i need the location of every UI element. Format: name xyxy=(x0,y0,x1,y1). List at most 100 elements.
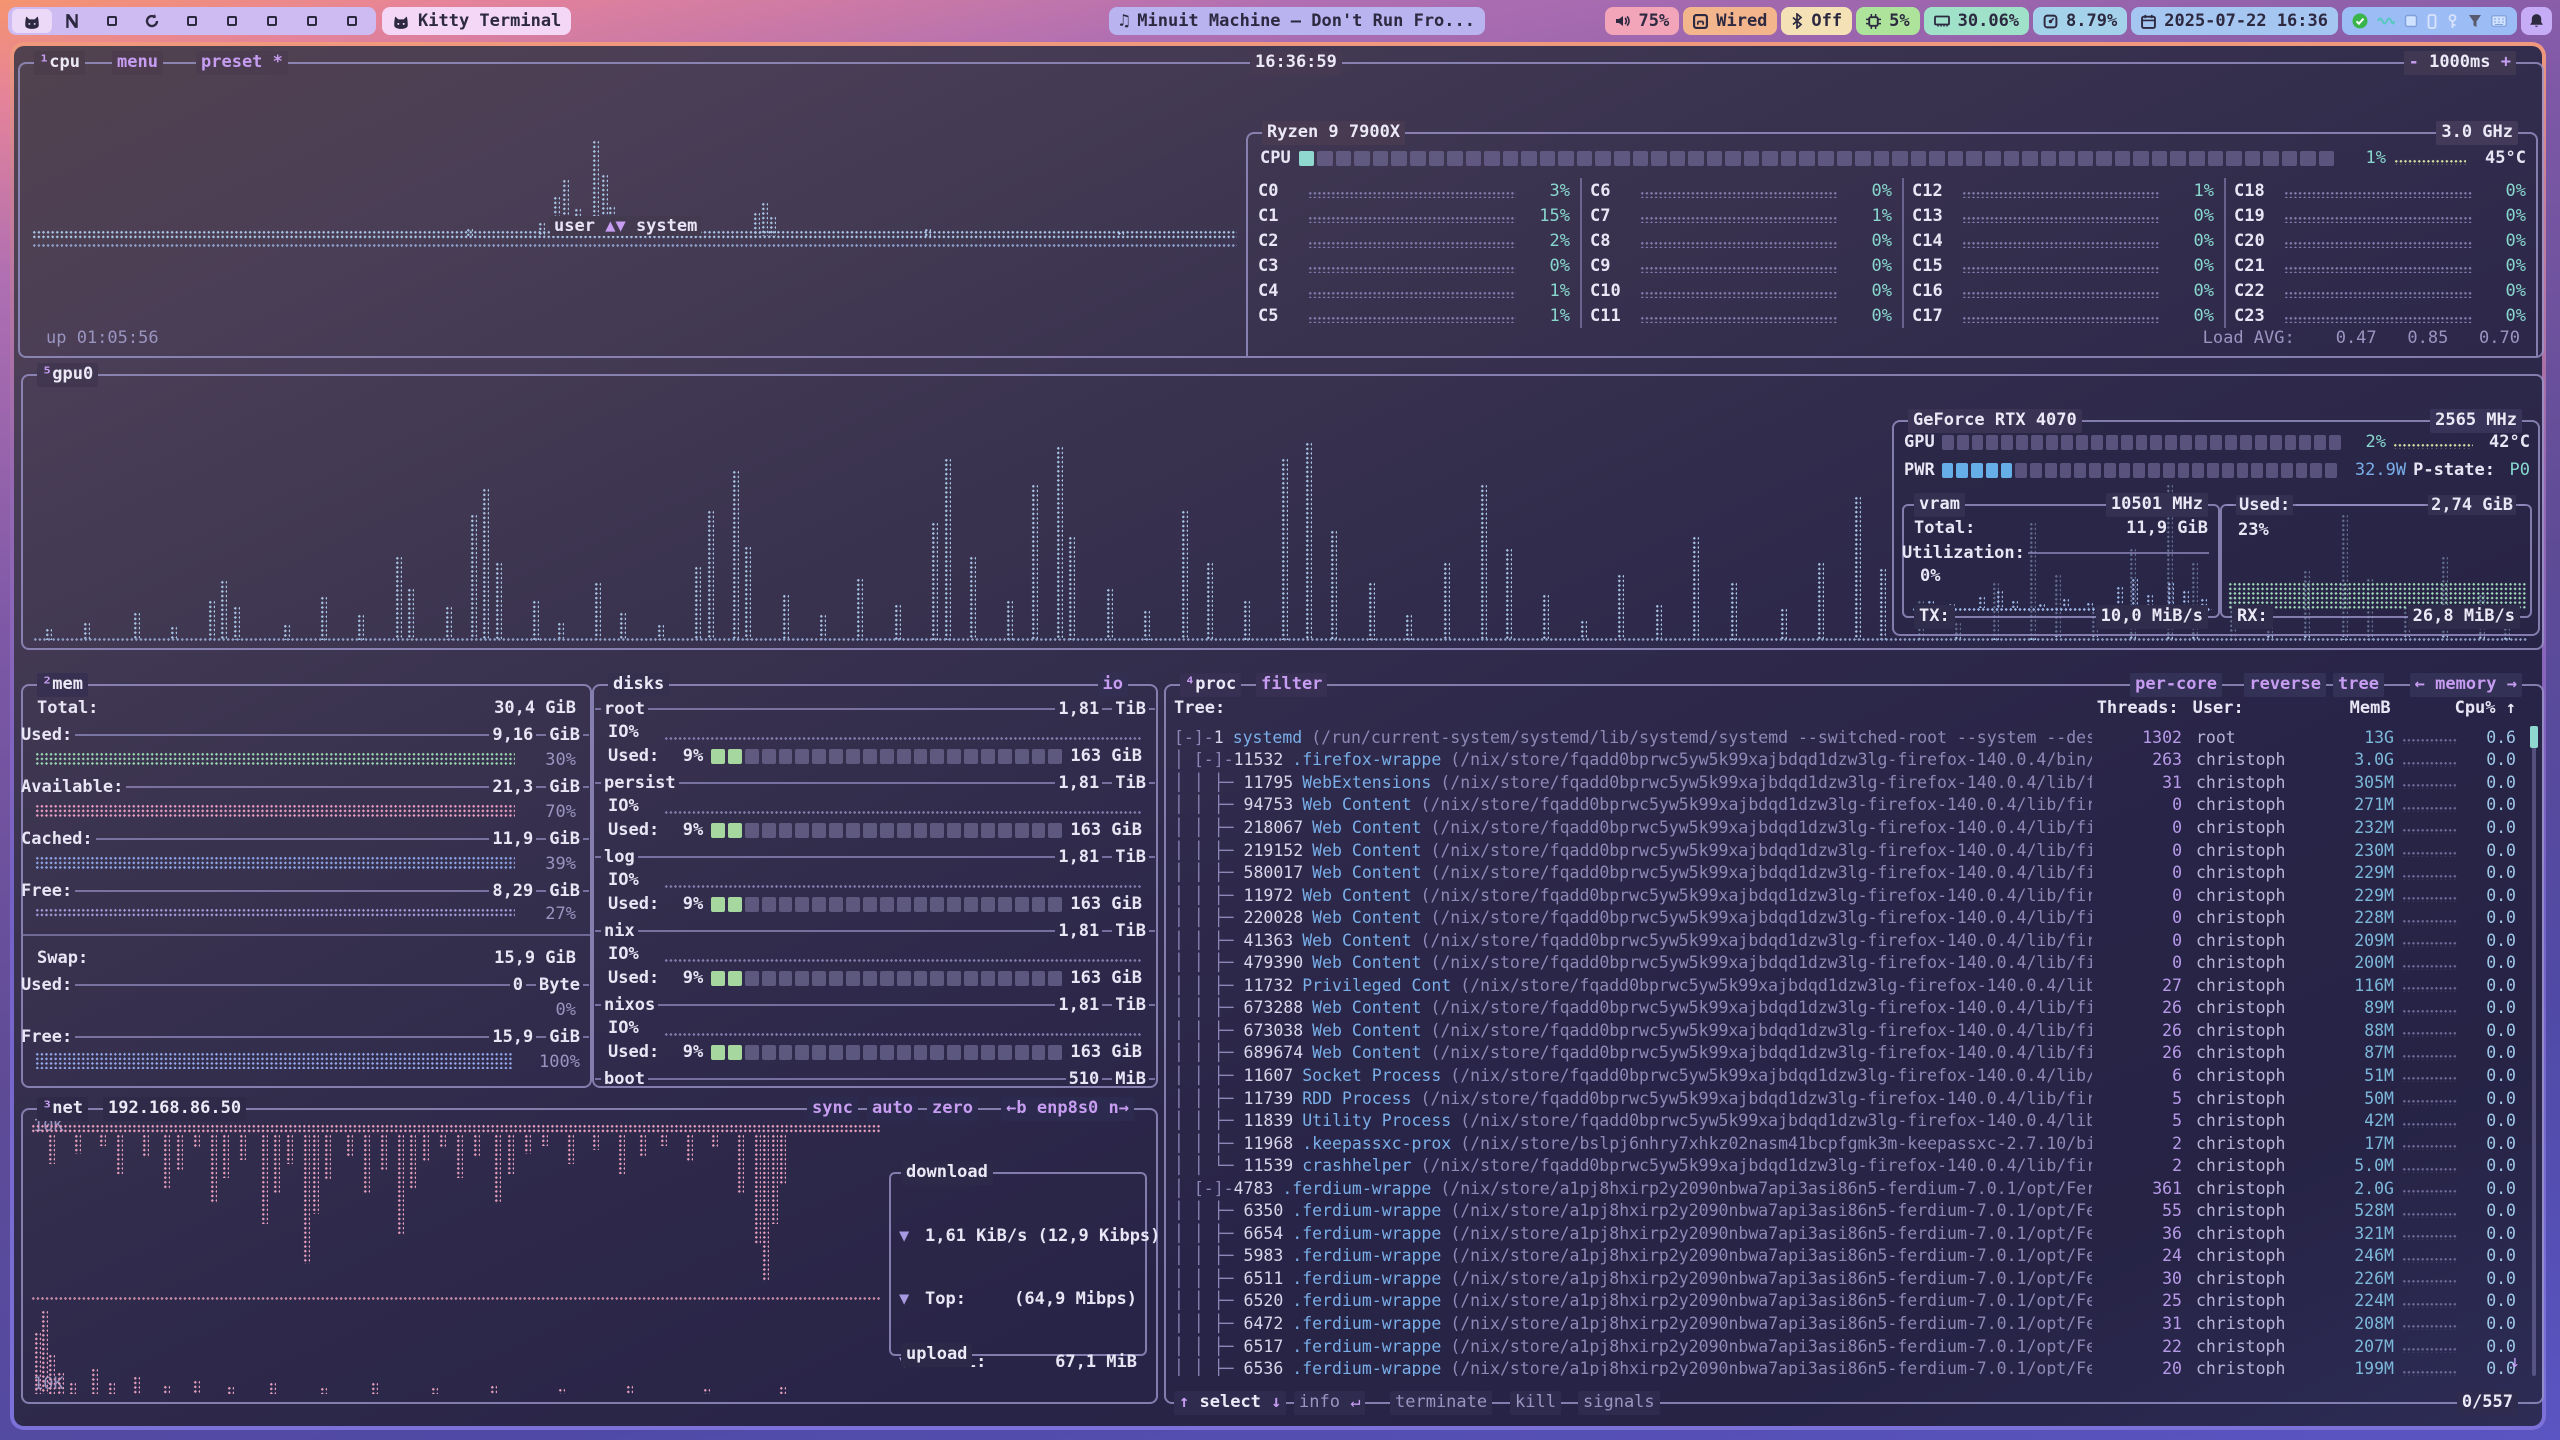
workspace-9[interactable] xyxy=(332,9,372,33)
filter-button[interactable]: filter xyxy=(1256,673,1327,697)
cpu-module[interactable]: 5% xyxy=(1856,7,1919,35)
workspace-terminal[interactable] xyxy=(12,9,52,33)
sort-column-selector[interactable]: ← memory → xyxy=(2410,673,2522,697)
process-row[interactable]: │ │ ├─ 580017Web Content(/nix/store/fqad… xyxy=(1174,861,2516,884)
clock-module[interactable]: 2025-07-22 16:36 xyxy=(2131,7,2338,35)
process-row[interactable]: │ │ ├─ 218067Web Content(/nix/store/fqad… xyxy=(1174,816,2516,839)
col-tree[interactable]: Tree: xyxy=(1174,698,2089,718)
process-threads: 1302 xyxy=(2092,728,2182,747)
process-row[interactable]: [-]-1systemd(/run/current-system/systemd… xyxy=(1174,726,2516,749)
disk-module[interactable]: 8.79% xyxy=(2033,7,2127,35)
workspace-3[interactable] xyxy=(92,9,132,33)
menu-button[interactable]: menu xyxy=(112,51,163,75)
process-row[interactable]: │ │ ├─ 11972Web Content(/nix/store/fqadd… xyxy=(1174,884,2516,907)
process-row[interactable]: │ [-]-11532.firefox-wrappe(/nix/store/fq… xyxy=(1174,749,2516,772)
process-row[interactable]: │ │ ├─ 219152Web Content(/nix/store/fqad… xyxy=(1174,839,2516,862)
core-name: C4 xyxy=(1258,281,1306,301)
process-row[interactable]: │ │ ├─ 94753Web Content(/nix/store/fqadd… xyxy=(1174,794,2516,817)
process-row[interactable]: │ │ ├─ 673288Web Content(/nix/store/fqad… xyxy=(1174,997,2516,1020)
col-cpu-sort[interactable]: Cpu% ↑ xyxy=(2455,698,2516,718)
process-row[interactable]: │ │ ├─ 6472.ferdium-wrappe(/nix/store/a1… xyxy=(1174,1312,2516,1335)
reverse-button[interactable]: reverse xyxy=(2244,673,2326,697)
process-row[interactable]: │ │ ├─ 6517.ferdium-wrappe(/nix/store/a1… xyxy=(1174,1335,2516,1358)
disks-io-button[interactable]: io xyxy=(1098,673,1128,697)
funnel-icon[interactable] xyxy=(2468,14,2482,28)
cpu-graph-legend[interactable]: user ▲▼ system xyxy=(550,216,701,236)
cpu-system-line xyxy=(32,243,1237,248)
wave-icon[interactable] xyxy=(2377,15,2395,27)
proc-scrollbar-thumb[interactable] xyxy=(2530,726,2538,748)
workspace-restart[interactable] xyxy=(132,9,172,33)
check-circle-icon[interactable] xyxy=(2352,13,2368,29)
process-threads: 263 xyxy=(2092,750,2182,769)
workspace-icon xyxy=(187,16,197,26)
swap-free-meter xyxy=(35,1052,513,1069)
info-keybind[interactable]: info ↵ xyxy=(1294,1391,1365,1415)
kill-keybind[interactable]: kill xyxy=(1510,1391,1561,1415)
volume-module[interactable]: 75% xyxy=(1605,7,1680,35)
interval-plus-button[interactable]: + xyxy=(2501,52,2511,72)
signals-keybind[interactable]: signals xyxy=(1578,1391,1660,1415)
clock-value: 2025-07-22 16:36 xyxy=(2164,11,2328,31)
music-pill[interactable]: ♫ Minuit Machine – Don't Run Fro... xyxy=(1109,7,1485,35)
preset-button[interactable]: preset * xyxy=(196,51,288,75)
col-user[interactable]: User: xyxy=(2179,698,2329,718)
disk-used-bar xyxy=(711,823,1062,838)
workspace-7[interactable] xyxy=(252,9,292,33)
core-name: C20 xyxy=(2234,231,2282,251)
gpu-model-name: GeForce RTX 4070 xyxy=(1908,409,2082,433)
workspace-8[interactable] xyxy=(292,9,332,33)
process-row[interactable]: │ │ ├─ 11968.keepassxc-prox(/nix/store/b… xyxy=(1174,1132,2516,1155)
workspace-neovim[interactable] xyxy=(52,9,92,33)
process-row[interactable]: │ │ ├─ 41363Web Content(/nix/store/fqadd… xyxy=(1174,929,2516,952)
process-row[interactable]: │ │ ├─ 479390Web Content(/nix/store/fqad… xyxy=(1174,951,2516,974)
process-cpu: 0.0 xyxy=(2458,1314,2516,1333)
key-icon[interactable] xyxy=(2446,14,2459,29)
process-row[interactable]: │ │ ├─ 6511.ferdium-wrappe(/nix/store/a1… xyxy=(1174,1267,2516,1290)
col-memb[interactable]: MemB xyxy=(2329,698,2391,718)
select-keybind[interactable]: ↑ select ↓ xyxy=(1174,1391,1286,1415)
interval-minus-button[interactable]: - xyxy=(2409,52,2419,72)
phone-icon[interactable] xyxy=(2427,14,2437,29)
col-threads[interactable]: Threads: xyxy=(2089,698,2179,718)
terminate-keybind[interactable]: terminate xyxy=(1390,1391,1492,1415)
per-core-button[interactable]: per-core xyxy=(2130,673,2222,697)
net-auto-button[interactable]: auto xyxy=(867,1097,918,1121)
tree-button[interactable]: tree xyxy=(2333,673,2384,697)
process-row[interactable]: │ │ ├─ 11839Utility Process(/nix/store/f… xyxy=(1174,1109,2516,1132)
process-row[interactable]: │ │ ├─ 11607Socket Process(/nix/store/fq… xyxy=(1174,1064,2516,1087)
proc-scrollbar-track[interactable] xyxy=(2532,726,2536,1376)
process-row[interactable]: │ │ ├─ 11795WebExtensions(/nix/store/fqa… xyxy=(1174,771,2516,794)
process-row[interactable]: │ │ ├─ 6350.ferdium-wrappe(/nix/store/a1… xyxy=(1174,1199,2516,1222)
scroll-down-indicator[interactable]: ↓ xyxy=(2510,1352,2520,1372)
disk-used-bar xyxy=(711,971,1062,986)
core-meter xyxy=(2284,291,2472,298)
process-row[interactable]: │ │ └─ 11539crashhelper(/nix/store/fqadd… xyxy=(1174,1154,2516,1177)
keyboard-icon[interactable] xyxy=(2491,15,2507,27)
network-module[interactable]: Wired xyxy=(1683,7,1777,35)
process-row[interactable]: │ │ ├─ 6654.ferdium-wrappe(/nix/store/a1… xyxy=(1174,1222,2516,1245)
notification-module[interactable] xyxy=(2521,7,2552,35)
net-interface-selector[interactable]: ←b enp8s0 n→ xyxy=(1001,1097,1134,1121)
bluetooth-module[interactable]: Off xyxy=(1781,7,1852,35)
workspace-5[interactable] xyxy=(172,9,212,33)
process-row[interactable]: │ │ ├─ 11739RDD Process(/nix/store/fqadd… xyxy=(1174,1087,2516,1110)
memory-module[interactable]: 30.06% xyxy=(1924,7,2029,35)
process-memory: 42M xyxy=(2332,1111,2394,1130)
process-row[interactable]: │ │ ├─ 6520.ferdium-wrappe(/nix/store/a1… xyxy=(1174,1290,2516,1313)
process-row[interactable]: │ │ ├─ 673038Web Content(/nix/store/fqad… xyxy=(1174,1019,2516,1042)
process-row[interactable]: │ [-]-4783.ferdium-wrappe(/nix/store/a1p… xyxy=(1174,1177,2516,1200)
core-percent: 0% xyxy=(1842,256,1892,276)
process-row[interactable]: │ │ ├─ 11732Privileged Cont(/nix/store/f… xyxy=(1174,974,2516,997)
net-zero-button[interactable]: zero xyxy=(927,1097,978,1121)
window-title-pill[interactable]: Kitty Terminal xyxy=(382,7,571,35)
net-sync-button[interactable]: sync xyxy=(807,1097,858,1121)
process-row[interactable]: │ │ ├─ 689674Web Content(/nix/store/fqad… xyxy=(1174,1042,2516,1065)
process-row[interactable]: │ │ ├─ 6536.ferdium-wrappe(/nix/store/a1… xyxy=(1174,1357,2516,1376)
workspace-6[interactable] xyxy=(212,9,252,33)
net-upload-graph xyxy=(31,1306,881,1394)
process-row[interactable]: │ │ ├─ 220028Web Content(/nix/store/fqad… xyxy=(1174,906,2516,929)
process-row[interactable]: │ │ ├─ 5983.ferdium-wrappe(/nix/store/a1… xyxy=(1174,1245,2516,1268)
process-cpu: 0.0 xyxy=(2458,1291,2516,1310)
clipboard-icon[interactable] xyxy=(2404,14,2418,28)
